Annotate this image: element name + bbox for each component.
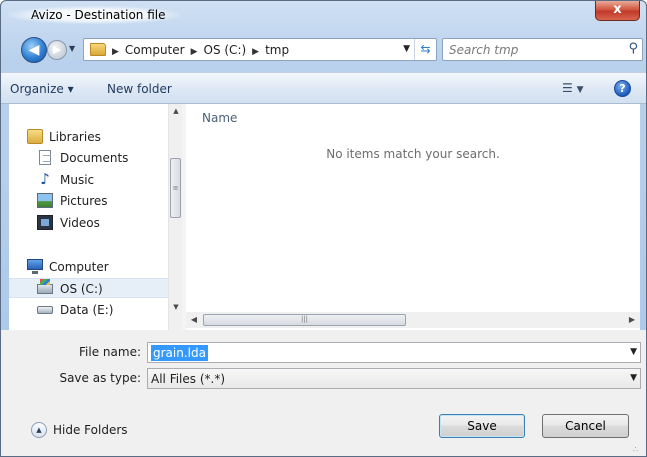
search-icon[interactable]: ⚲ xyxy=(628,41,638,56)
save-as-type-select[interactable]: All Files (*.*) ▼ xyxy=(147,368,641,389)
sidebar-item-label: OS (C:) xyxy=(60,282,103,296)
sidebar-scrollbar[interactable]: ▲ ≡ ▼ xyxy=(168,104,182,330)
search-box: ⚲ xyxy=(442,38,643,61)
file-name-label: File name: xyxy=(79,345,141,359)
chevron-down-icon: ▼ xyxy=(576,85,584,95)
save-button[interactable]: Save xyxy=(439,414,525,438)
sidebar-item-documents[interactable]: Documents xyxy=(9,148,169,168)
sidebar-item-music[interactable]: ♪ Music xyxy=(9,170,169,190)
sidebar-item-pictures[interactable]: Pictures xyxy=(9,191,169,211)
column-header-name[interactable]: Name xyxy=(202,111,237,125)
new-folder-button[interactable]: New folder xyxy=(107,82,172,96)
window-title: Avizo - Destination file xyxy=(9,6,180,24)
folder-icon xyxy=(90,43,106,56)
back-button[interactable]: ◀ xyxy=(21,37,47,63)
forward-button[interactable]: ▶ xyxy=(47,40,67,60)
navigation-bar: ◀ ▶ ▼ ▶ Computer ▶ OS (C:) ▶ tmp ▼ ⇆ ⚲ xyxy=(1,36,646,66)
help-icon[interactable]: ? xyxy=(614,80,631,97)
file-list-scrollbar[interactable]: ◀ ||| ▶ xyxy=(186,312,640,328)
sidebar-item-videos[interactable]: Videos xyxy=(9,213,169,233)
save-as-type-label: Save as type: xyxy=(59,371,141,385)
save-dialog-window: Avizo - Destination file x ◀ ▶ ▼ ▶ Comput… xyxy=(0,0,647,457)
file-list-scroll-thumb[interactable]: ||| xyxy=(203,314,406,326)
chevron-down-icon[interactable]: ▼ xyxy=(630,347,637,357)
search-input[interactable] xyxy=(447,41,617,58)
chevron-down-icon: ▼ xyxy=(69,44,76,53)
refresh-button[interactable]: ⇆ xyxy=(414,39,436,60)
scroll-down-icon[interactable]: ▼ xyxy=(169,300,182,314)
command-toolbar: Organize ▾ New folder ☰ ▼ ? xyxy=(1,72,646,104)
address-dropdown-icon[interactable]: ▼ xyxy=(403,44,410,54)
scroll-right-icon[interactable]: ▶ xyxy=(624,312,640,328)
scroll-left-icon[interactable]: ◀ xyxy=(186,312,202,328)
sidebar-item-label: Pictures xyxy=(60,194,108,208)
breadcrumb: ▶ Computer ▶ OS (C:) ▶ tmp xyxy=(112,43,289,57)
drive-icon xyxy=(37,279,53,294)
breadcrumb-separator-icon: ▶ xyxy=(112,47,119,57)
videos-icon xyxy=(37,215,53,230)
sidebar-item-label: Data (E:) xyxy=(60,303,114,317)
cancel-button[interactable]: Cancel xyxy=(542,414,629,438)
save-form: File name: grain.lda ▼ Save as type: All… xyxy=(1,330,646,456)
libraries-icon xyxy=(27,129,43,144)
close-icon: x xyxy=(613,2,622,17)
breadcrumb-item-tmp[interactable]: tmp xyxy=(265,43,289,57)
breadcrumb-separator-icon[interactable]: ▶ xyxy=(191,47,198,57)
change-view-button[interactable]: ☰ ▼ xyxy=(562,81,584,95)
sidebar-item-label: Music xyxy=(60,173,95,187)
hide-folders-label: Hide Folders xyxy=(53,423,128,437)
close-button[interactable]: x xyxy=(595,1,640,21)
sidebar-item-computer[interactable]: Computer xyxy=(9,257,169,277)
pictures-icon xyxy=(37,193,53,208)
resize-grip-icon[interactable]: ∴ xyxy=(633,445,643,455)
music-icon: ♪ xyxy=(40,170,50,188)
refresh-icon: ⇆ xyxy=(420,42,431,56)
title-bar[interactable]: Avizo - Destination file x xyxy=(1,1,646,31)
view-list-icon: ☰ xyxy=(562,81,573,95)
scroll-up-icon[interactable]: ▲ xyxy=(169,104,182,118)
computer-icon xyxy=(27,259,43,274)
chevron-down-icon[interactable]: ▼ xyxy=(630,373,637,383)
save-as-type-value: All Files (*.*) xyxy=(151,372,226,386)
sidebar-item-label: Videos xyxy=(60,216,100,230)
file-name-field[interactable]: grain.lda ▼ xyxy=(147,342,641,363)
arrow-left-icon: ◀ xyxy=(28,42,40,58)
navigation-pane: Libraries Documents ♪ Music Pictures Vid… xyxy=(9,104,182,330)
sidebar-item-label: Documents xyxy=(60,151,129,165)
recent-locations-dropdown[interactable]: ▼ xyxy=(69,44,75,53)
organize-menu-button[interactable]: Organize ▾ xyxy=(10,82,74,96)
sidebar-scroll-thumb[interactable]: ≡ xyxy=(170,158,181,218)
empty-folder-message: No items match your search. xyxy=(326,147,500,161)
documents-icon xyxy=(39,150,51,165)
breadcrumb-item-computer[interactable]: Computer xyxy=(125,43,185,57)
address-bar[interactable]: ▶ Computer ▶ OS (C:) ▶ tmp ▼ ⇆ xyxy=(83,38,437,61)
sidebar-item-label: Libraries xyxy=(49,130,101,144)
sidebar-item-label: Computer xyxy=(49,260,109,274)
breadcrumb-item-os-c[interactable]: OS (C:) xyxy=(204,43,247,57)
chevron-up-icon: ▲ xyxy=(31,422,47,438)
sidebar-item-os-c[interactable]: OS (C:) xyxy=(9,278,169,298)
file-list-pane[interactable]: Name No items match your search. ◀ ||| ▶ xyxy=(186,104,640,330)
sidebar-item-data-e[interactable]: Data (E:) xyxy=(9,300,169,320)
drive-icon xyxy=(37,306,53,314)
sidebar-item-libraries[interactable]: Libraries xyxy=(9,127,169,147)
breadcrumb-separator-icon[interactable]: ▶ xyxy=(252,47,259,57)
arrow-right-icon: ▶ xyxy=(52,43,62,56)
file-name-value[interactable]: grain.lda xyxy=(151,345,208,361)
